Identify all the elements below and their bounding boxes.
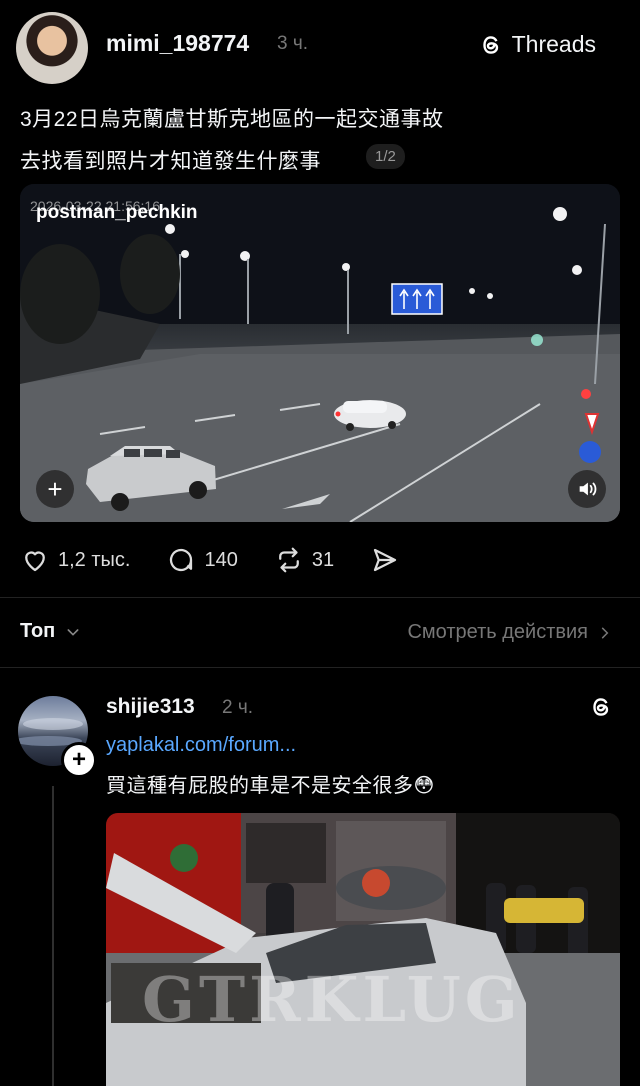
video-scene: [20, 184, 620, 522]
photo-watermark: GTRKLUG: [142, 963, 522, 1036]
chevron-down-icon: [67, 628, 79, 636]
speaker-icon: [579, 482, 597, 496]
reply-time: 2 ч.: [222, 697, 254, 718]
divider: [0, 667, 640, 668]
author-avatar[interactable]: [16, 12, 88, 84]
follow-button[interactable]: +: [61, 742, 97, 778]
reply-link[interactable]: yaplakal.com/forum...: [106, 734, 296, 757]
threads-label: Threads: [511, 31, 596, 57]
reply-photo[interactable]: GTRKLUG: [106, 813, 620, 1086]
sort-label: Топ: [20, 620, 56, 642]
post-caption-line2: 去找看到照片才知道發生什麼事: [20, 150, 321, 173]
like-button[interactable]: 1,2 тыс.: [20, 545, 130, 575]
comment-button[interactable]: 140: [166, 545, 238, 575]
view-activity-link[interactable]: Смотреть действия: [407, 621, 612, 644]
repost-button[interactable]: 31: [274, 545, 334, 575]
video-add-button[interactable]: +: [36, 470, 74, 508]
video-watermark: postman_pechkin: [36, 202, 198, 223]
photo-scene: [106, 813, 620, 1086]
reply-username[interactable]: shijie313: [106, 695, 195, 719]
post-caption-line1: 3月22日烏克蘭盧甘斯克地區的一起交通事故: [20, 108, 444, 131]
thread-line: [52, 786, 54, 1086]
share-button[interactable]: [370, 545, 400, 575]
repost-count: 31: [311, 548, 335, 571]
author-username[interactable]: mimi_198774: [106, 30, 249, 57]
like-count: 1,2 тыс.: [58, 548, 131, 571]
view-activity-label: Смотреть действия: [407, 621, 588, 643]
plus-icon: +: [47, 473, 63, 504]
reply-text: 買這種有屁股的車是不是安全很多😳: [106, 775, 435, 797]
threads-brand[interactable]: Threads: [478, 31, 596, 58]
video-sound-button[interactable]: [568, 470, 606, 508]
plus-icon: +: [71, 746, 86, 773]
heart-icon: [25, 551, 45, 572]
sort-dropdown[interactable]: Топ: [20, 620, 81, 643]
threads-logo-icon: [482, 35, 498, 54]
divider: [0, 597, 640, 598]
post-video[interactable]: 2026-03-22 21:56:16 postman_pechkin +: [20, 184, 620, 522]
threads-logo-icon[interactable]: [588, 694, 614, 720]
send-icon: [373, 548, 397, 572]
media-pager: 1/2: [366, 144, 405, 169]
comment-count: 140: [204, 548, 238, 571]
post-action-bar: 1,2 тыс. 140 31: [20, 540, 436, 580]
post-time: 3 ч.: [277, 33, 309, 54]
repost-icon: [278, 547, 299, 573]
chevron-right-icon: [601, 627, 609, 638]
comment-icon: [170, 548, 193, 572]
